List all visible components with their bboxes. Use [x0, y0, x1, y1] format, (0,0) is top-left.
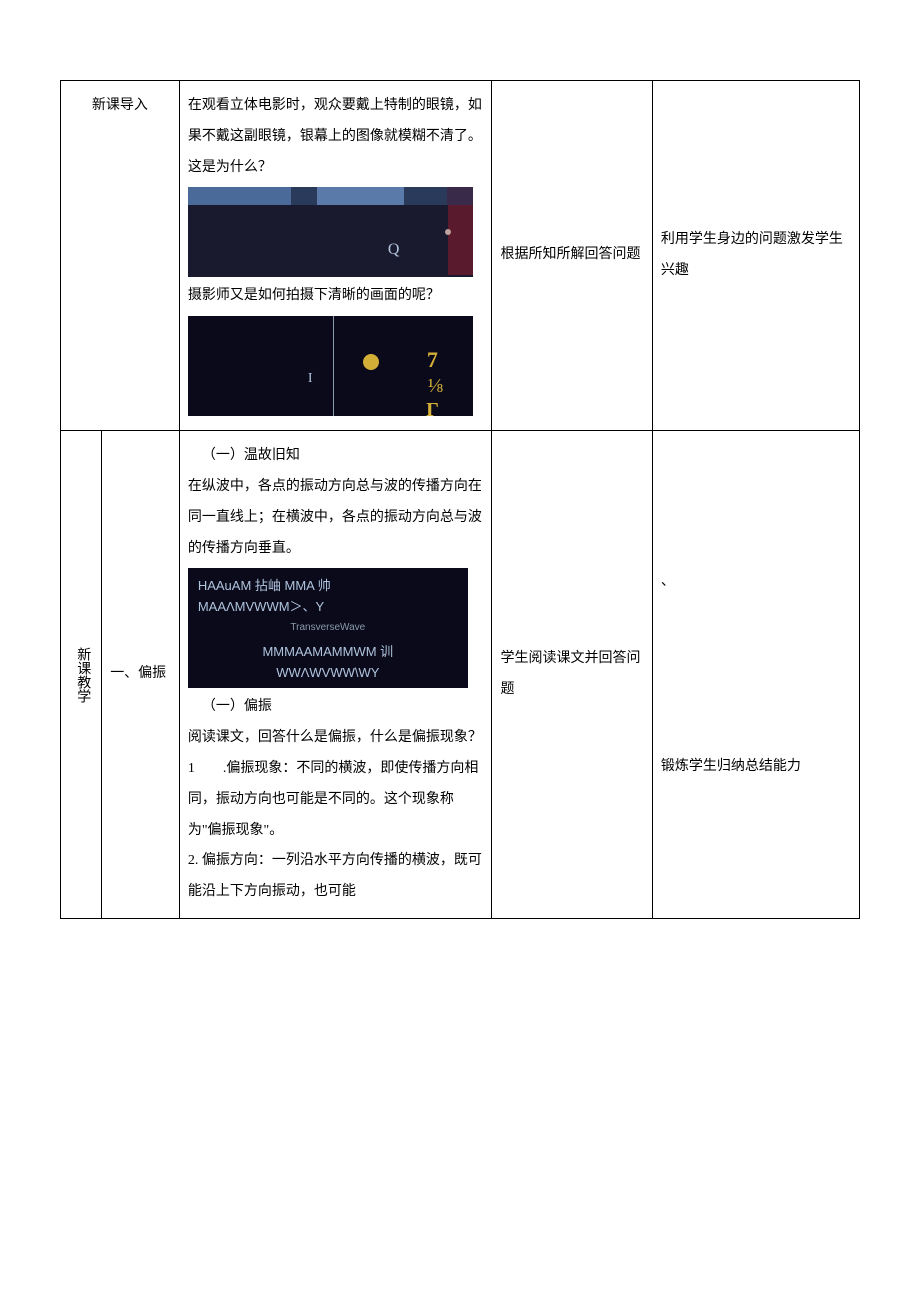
content-text: 摄影师又是如何拍摄下清晰的画面的呢？: [188, 281, 484, 312]
figure-wave-text: MAAΛMVWWM＞、Y: [198, 597, 458, 618]
purpose-cell: 利用学生身边的问题激发学生兴趣: [652, 81, 859, 431]
embedded-figure-2: I 7 ⅛ Γ: [188, 316, 473, 416]
embedded-figure-1: Q: [188, 187, 473, 277]
content-text: 在观看立体电影时，观众要戴上特制的眼镜，如果不戴这副眼镜，银幕上的图像就模糊不清…: [188, 91, 484, 183]
content-text: 阅读课文，回答什么是偏振，什么是偏振现象？: [188, 723, 484, 754]
section-label: 一、偏振: [110, 666, 166, 681]
figure-wave-text: HAAuAM 拈岫 MMA 帅: [198, 576, 458, 597]
figure-wave-text: MMMAAMAMMWM 训: [198, 642, 458, 663]
content-cell: 在观看立体电影时，观众要戴上特制的眼镜，如果不戴这副眼镜，银幕上的图像就模糊不清…: [179, 81, 492, 431]
figure-label-i: I: [308, 364, 313, 395]
table-row: 新课教学 一、偏振 （一）温故旧知 在纵波中，各点的振动方向总与波的传播方向在同…: [61, 431, 860, 919]
purpose-tick: 、: [661, 567, 851, 598]
student-activity-text: 学生阅读课文并回答问题: [500, 651, 640, 697]
student-activity-cell: 学生阅读课文并回答问题: [492, 431, 652, 919]
purpose-text: 锻炼学生归纳总结能力: [661, 759, 801, 774]
content-text: 在纵波中，各点的振动方向总与波的传播方向在同一直线上；在横波中，各点的振动方向总…: [188, 472, 484, 564]
section-cell: 新课导入: [61, 81, 180, 431]
vertical-section-cell: 新课教学: [61, 431, 102, 919]
student-activity-cell: 根据所知所解回答问题: [492, 81, 652, 431]
vertical-section-label: 新课教学: [75, 647, 90, 703]
purpose-text: 利用学生身边的问题激发学生兴趣: [661, 232, 843, 278]
figure-label-gamma: Γ: [426, 388, 439, 432]
content-text: 1 .偏振现象：不同的横波，即使传播方向相同，振动方向也可能是不同的。这个现象称…: [188, 754, 484, 846]
list-number: 1: [188, 761, 195, 776]
figure-label-q: Q: [388, 232, 400, 267]
student-activity-text: 根据所知所解回答问题: [500, 247, 640, 262]
figure-caption: TransverseWave: [198, 618, 458, 642]
section-cell: 一、偏振: [102, 431, 180, 919]
subheading: （一）温故旧知: [188, 441, 484, 472]
content-text: 2. 偏振方向：一列沿水平方向传播的横波，既可能沿上下方向振动，也可能: [188, 846, 484, 908]
subheading: （一）偏振: [188, 692, 484, 723]
figure-wave-text: WWΛWVWW\WY: [198, 663, 458, 684]
purpose-cell: 、 锻炼学生归纳总结能力: [652, 431, 859, 919]
figure-decoration: [448, 205, 473, 275]
table-row: 新课导入 在观看立体电影时，观众要戴上特制的眼镜，如果不戴这副眼镜，银幕上的图像…: [61, 81, 860, 431]
lesson-plan-table: 新课导入 在观看立体电影时，观众要戴上特制的眼镜，如果不戴这副眼镜，银幕上的图像…: [60, 80, 860, 919]
figure-line: [333, 316, 334, 416]
figure-circle: [363, 354, 379, 370]
embedded-figure-3: HAAuAM 拈岫 MMA 帅 MAAΛMVWWM＞、Y TransverseW…: [188, 568, 468, 688]
content-cell: （一）温故旧知 在纵波中，各点的振动方向总与波的传播方向在同一直线上；在横波中，…: [179, 431, 492, 919]
section-label: 新课导入: [92, 98, 148, 113]
list-text: .偏振现象：不同的横波，即使传播方向相同，振动方向也可能是不同的。这个现象称为"…: [188, 761, 479, 838]
figure-decoration: [188, 187, 473, 205]
